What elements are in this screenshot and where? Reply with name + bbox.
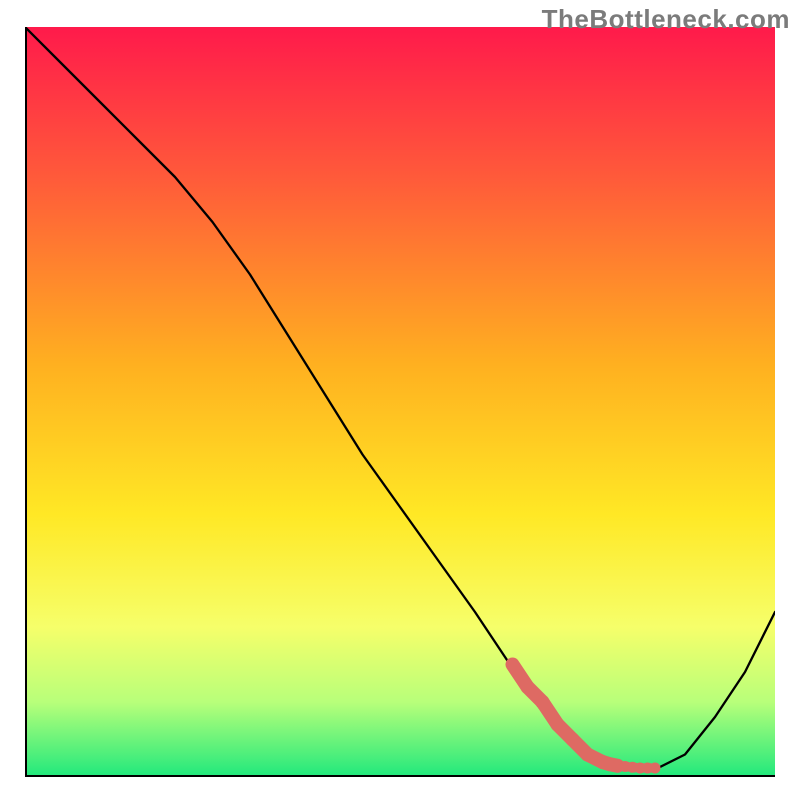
watermark-label: TheBottleneck.com xyxy=(542,4,790,35)
chart-wrapper: TheBottleneck.com xyxy=(0,0,800,800)
chart-svg xyxy=(25,27,775,777)
plot-area xyxy=(25,27,775,777)
highlight-marker-dot xyxy=(650,763,661,774)
